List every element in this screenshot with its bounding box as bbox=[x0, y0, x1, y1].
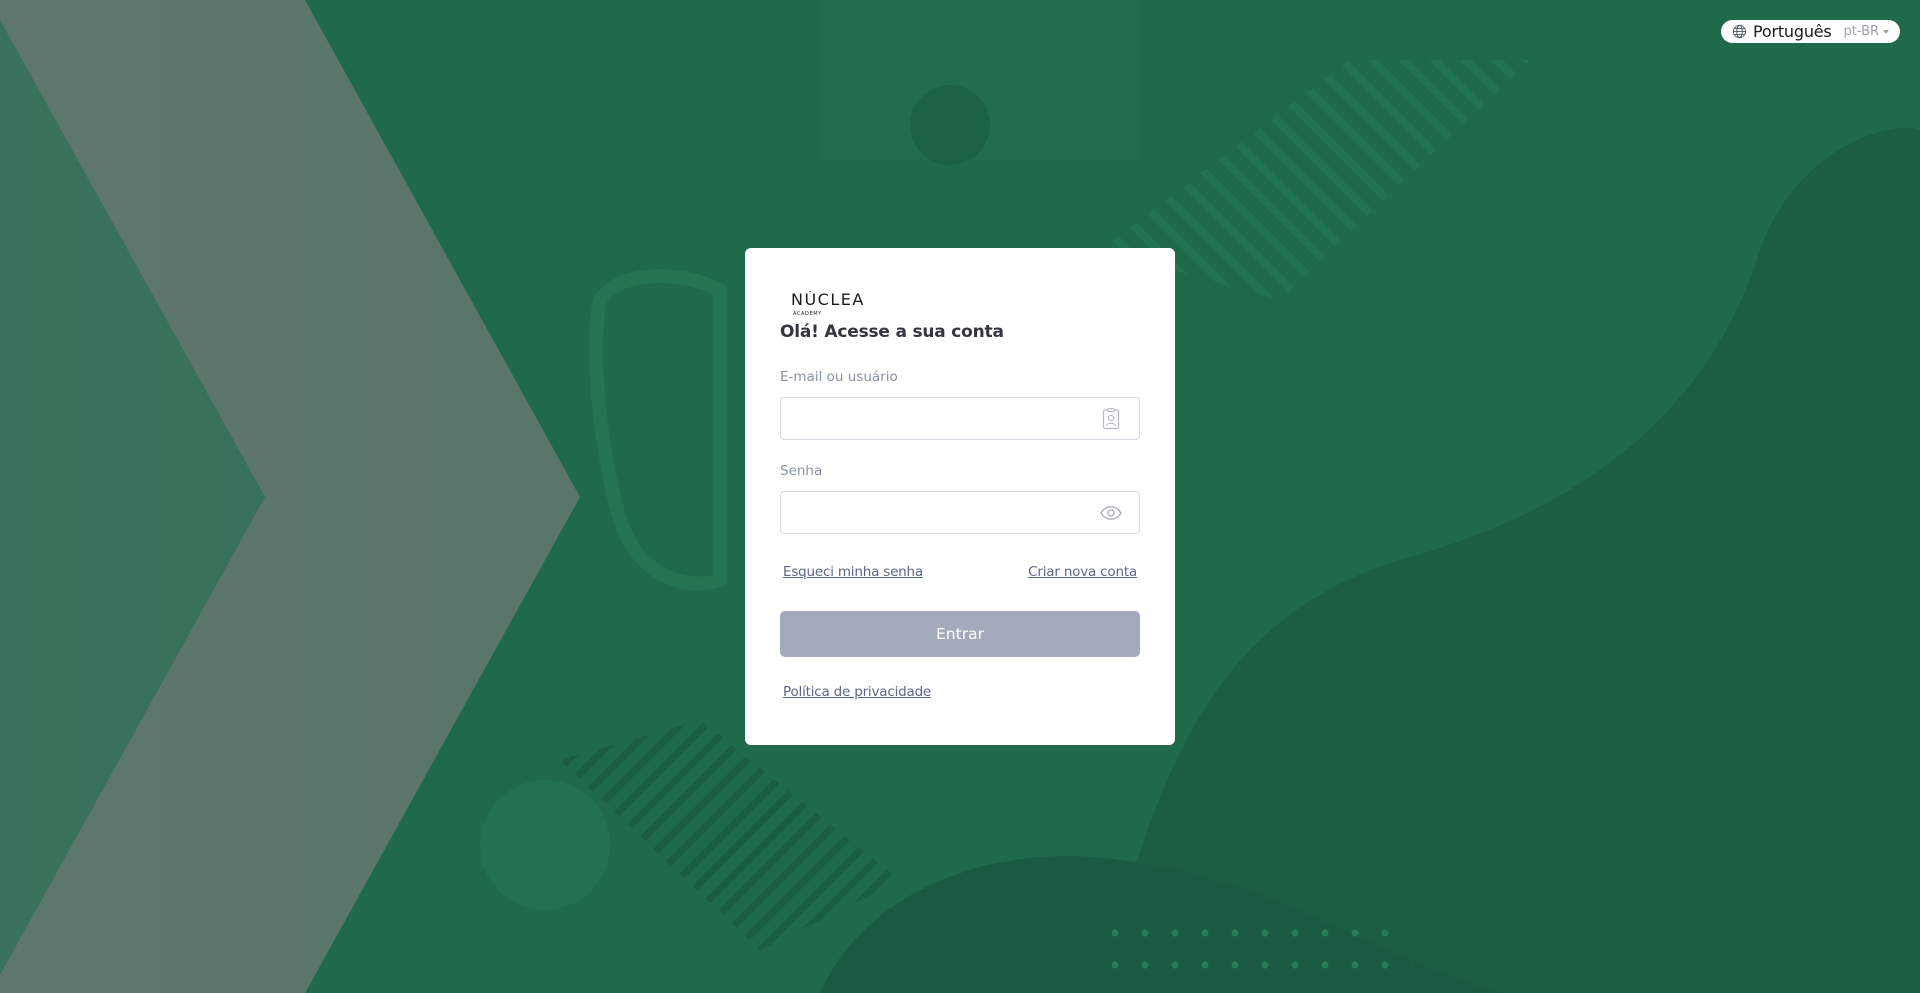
chevron-down-icon bbox=[1883, 29, 1890, 34]
svg-text:ACADEMY: ACADEMY bbox=[793, 311, 822, 317]
password-label: Senha bbox=[780, 463, 823, 479]
login-heading: Olá! Acesse a sua conta bbox=[780, 322, 1004, 342]
forgot-password-link[interactable]: Esqueci minha senha bbox=[783, 564, 923, 580]
login-page: Português pt-BR NÚCLEA ACADEMY Olá! Aces… bbox=[0, 0, 1920, 993]
eye-icon[interactable] bbox=[1100, 502, 1122, 524]
login-submit-button[interactable]: Entrar bbox=[780, 611, 1140, 657]
language-code: pt-BR bbox=[1843, 24, 1880, 39]
email-field-wrapper bbox=[780, 397, 1140, 440]
auth-links-row: Esqueci minha senha Criar nova conta bbox=[780, 564, 1140, 580]
login-card: NÚCLEA ACADEMY Olá! Acesse a sua conta E… bbox=[745, 248, 1175, 745]
nuclea-academy-logo: NÚCLEA ACADEMY bbox=[791, 291, 865, 317]
email-label: E-mail ou usuário bbox=[780, 369, 898, 385]
password-field-wrapper bbox=[780, 491, 1140, 534]
globe-icon bbox=[1732, 24, 1747, 39]
id-badge-icon bbox=[1100, 408, 1122, 430]
password-field[interactable] bbox=[781, 492, 1105, 533]
language-label: Português bbox=[1753, 22, 1832, 41]
create-account-link[interactable]: Criar nova conta bbox=[1028, 564, 1137, 580]
email-field[interactable] bbox=[781, 398, 1105, 439]
svg-text:NÚCLEA: NÚCLEA bbox=[791, 291, 865, 309]
language-selector[interactable]: Português pt-BR bbox=[1721, 20, 1900, 43]
privacy-policy-link[interactable]: Política de privacidade bbox=[783, 684, 931, 700]
